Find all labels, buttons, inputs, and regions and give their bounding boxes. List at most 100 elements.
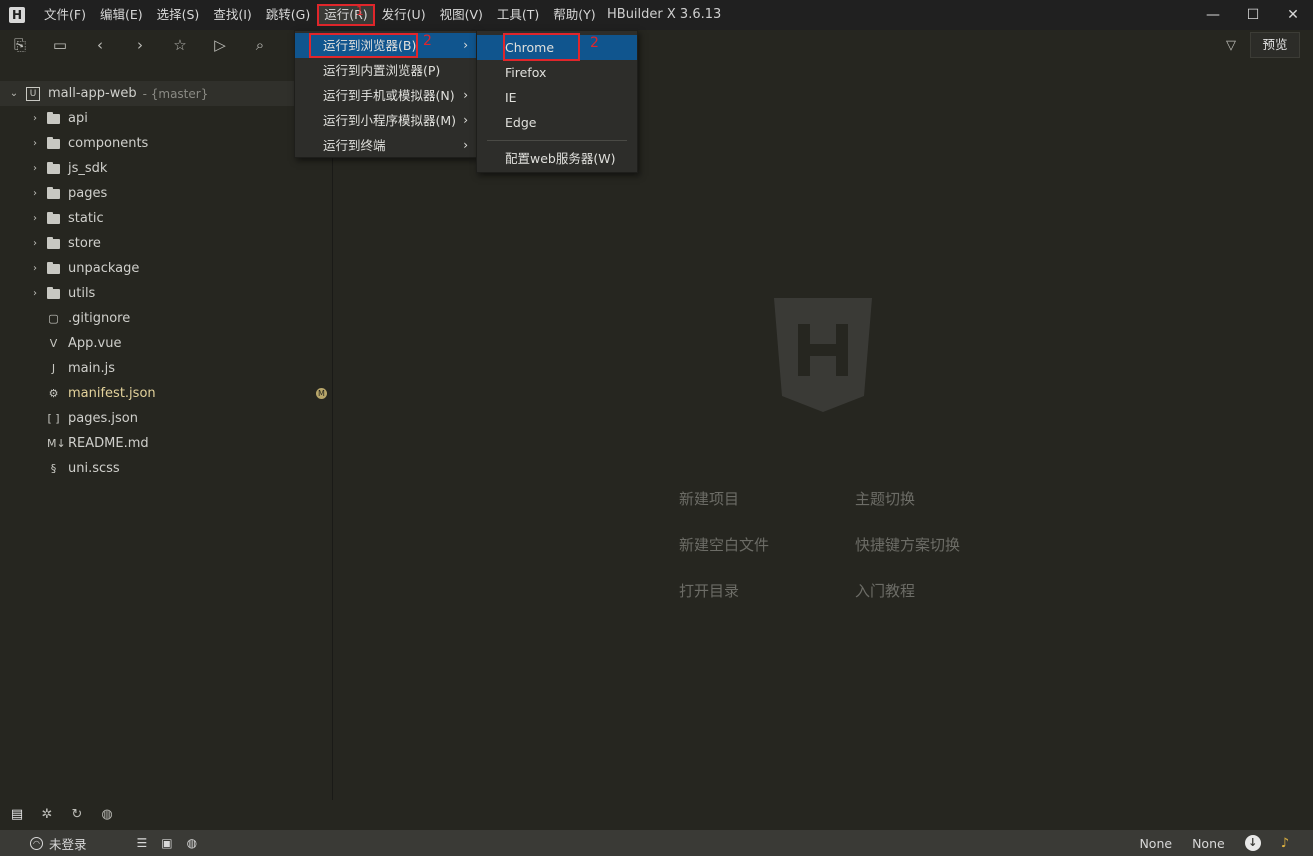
run-to-device-item[interactable]: 运行到手机或模拟器(N) ›	[295, 83, 476, 108]
new-blank-file-link[interactable]: 新建空白文件	[679, 534, 769, 555]
open-directory-link[interactable]: 打开目录	[679, 580, 739, 601]
close-button[interactable]: ✕	[1273, 0, 1313, 30]
new-project-link[interactable]: 新建项目	[679, 488, 739, 509]
menu-item-label: 运行到手机或模拟器(N)	[323, 88, 455, 103]
tree-folder-static[interactable]: › static	[0, 206, 333, 231]
folder-label: utils	[68, 286, 96, 301]
vue-file-icon: V	[49, 337, 58, 350]
menu-tools[interactable]: 工具(T)	[490, 4, 546, 26]
tutorial-link[interactable]: 入门教程	[855, 580, 915, 601]
plugin-icon[interactable]: ◍	[95, 803, 119, 827]
run-to-terminal-item[interactable]: 运行到终端 ›	[295, 133, 476, 158]
folder-label: pages	[68, 186, 108, 201]
preview-button[interactable]: 预览	[1250, 32, 1300, 58]
submenu-arrow-icon: ›	[463, 88, 468, 102]
tree-file-pages-json[interactable]: [ ] pages.json	[0, 406, 333, 431]
run-to-browser-item[interactable]: 运行到浏览器(B) ›	[295, 33, 476, 58]
folder-icon	[47, 161, 60, 174]
terminal-icon[interactable]: ▣	[161, 836, 172, 850]
menu-bar: 文件(F) 编辑(E) 选择(S) 查找(I) 跳转(G) 运行(R) 发行(U…	[37, 0, 603, 30]
save-icon[interactable]: ▭	[40, 31, 80, 59]
folder-icon	[47, 236, 60, 249]
json-file-icon: [ ]	[47, 412, 60, 425]
title-bar: H 文件(F) 编辑(E) 选择(S) 查找(I) 跳转(G) 运行(R) 发行…	[0, 0, 1313, 30]
ie-item[interactable]: IE	[477, 85, 637, 110]
run-icon[interactable]: ▷	[200, 31, 240, 59]
menu-find[interactable]: 查找(I)	[206, 4, 258, 26]
list-icon[interactable]: ☰	[137, 836, 148, 850]
chrome-item[interactable]: Chrome	[477, 35, 637, 60]
tree-file-readme[interactable]: M↓ README.md	[0, 431, 333, 456]
bell-icon[interactable]: ♪	[1281, 836, 1289, 851]
run-to-builtin-browser-item[interactable]: 运行到内置浏览器(P)	[295, 58, 476, 83]
tree-file-gitignore[interactable]: ▢ .gitignore	[0, 306, 333, 331]
menu-view[interactable]: 视图(V)	[433, 4, 490, 26]
encoding-status[interactable]: None	[1139, 836, 1172, 851]
menu-item-label: 运行到浏览器(B)	[323, 38, 417, 53]
forward-icon[interactable]: ›	[120, 31, 160, 59]
file-label: uni.scss	[68, 461, 120, 476]
tree-folder-components[interactable]: › components	[0, 131, 333, 156]
project-root[interactable]: ⌄ U mall-app-web - {master}	[0, 81, 333, 106]
menu-publish[interactable]: 发行(U)	[375, 4, 433, 26]
browse-icon[interactable]: ⌕	[240, 31, 280, 59]
tree-folder-api[interactable]: › api	[0, 106, 333, 131]
minimize-button[interactable]: —	[1193, 0, 1233, 30]
tree-folder-store[interactable]: › store	[0, 231, 333, 256]
project-manager-icon[interactable]: ▤	[5, 803, 29, 827]
tree-folder-pages[interactable]: › pages	[0, 181, 333, 206]
folder-label: api	[68, 111, 88, 126]
uniapp-project-icon: U	[26, 86, 40, 101]
markdown-file-icon: M↓	[47, 437, 66, 450]
menu-item-label: 运行到终端	[323, 138, 386, 153]
file-icon: ▢	[48, 312, 59, 325]
tree-file-main-js[interactable]: J main.js	[0, 356, 333, 381]
login-status[interactable]: ◠ 未登录	[30, 834, 87, 853]
file-label: README.md	[68, 436, 149, 451]
window-title: HBuilder X 3.6.13	[607, 7, 722, 22]
submenu-arrow-icon: ›	[463, 113, 468, 127]
keymap-switch-link[interactable]: 快捷键方案切换	[855, 534, 960, 555]
editor-area: 新建项目 新建空白文件 打开目录 主题切换 快捷键方案切换 入门教程	[334, 60, 1313, 830]
user-icon: ◠	[30, 836, 43, 850]
login-label: 未登录	[49, 836, 87, 852]
theme-switch-link[interactable]: 主题切换	[855, 488, 915, 509]
menu-item-label: 运行到内置浏览器(P)	[323, 63, 441, 78]
edge-item[interactable]: Edge	[477, 110, 637, 135]
tree-folder-unpackage[interactable]: › unpackage	[0, 256, 333, 281]
debug-icon[interactable]: ✲	[35, 803, 59, 827]
language-status[interactable]: None	[1192, 836, 1225, 851]
tree-file-uni-scss[interactable]: § uni.scss	[0, 456, 333, 481]
file-label: main.js	[68, 361, 115, 376]
tree-file-manifest-json[interactable]: ⚙ manifest.json M	[0, 381, 333, 406]
configure-web-server-item[interactable]: 配置web服务器(W)	[477, 146, 637, 171]
tree-file-app-vue[interactable]: V App.vue	[0, 331, 333, 356]
firefox-item[interactable]: Firefox	[477, 60, 637, 85]
chevron-right-icon: ›	[33, 263, 37, 274]
bookmark-star-icon[interactable]: ☆	[160, 31, 200, 59]
chevron-right-icon: ›	[33, 113, 37, 124]
menu-help[interactable]: 帮助(Y)	[546, 4, 602, 26]
window-controls: — ☐ ✕	[1193, 0, 1313, 30]
maximize-button[interactable]: ☐	[1233, 0, 1273, 30]
run-to-miniprogram-item[interactable]: 运行到小程序模拟器(M) ›	[295, 108, 476, 133]
chevron-right-icon: ›	[33, 138, 37, 149]
filter-icon[interactable]: ▽	[1218, 38, 1244, 53]
file-label: pages.json	[68, 411, 138, 426]
file-label: App.vue	[68, 336, 122, 351]
menu-run[interactable]: 运行(R)	[317, 4, 375, 26]
download-icon[interactable]: ↓	[1244, 835, 1261, 851]
tree-folder-js-sdk[interactable]: › js_sdk	[0, 156, 333, 181]
menu-edit[interactable]: 编辑(E)	[93, 4, 150, 26]
back-icon[interactable]: ‹	[80, 31, 120, 59]
menu-file[interactable]: 文件(F)	[37, 4, 93, 26]
folder-icon	[47, 261, 60, 274]
folder-icon	[47, 211, 60, 224]
menu-select[interactable]: 选择(S)	[150, 4, 207, 26]
tree-folder-utils[interactable]: › utils	[0, 281, 333, 306]
source-control-icon[interactable]: ↻	[65, 803, 89, 827]
menu-goto[interactable]: 跳转(G)	[259, 4, 317, 26]
toolbar-right: ▽ 预览	[1218, 32, 1300, 58]
new-file-icon[interactable]: ⎘	[0, 31, 40, 59]
network-icon[interactable]: ◍	[187, 836, 197, 850]
